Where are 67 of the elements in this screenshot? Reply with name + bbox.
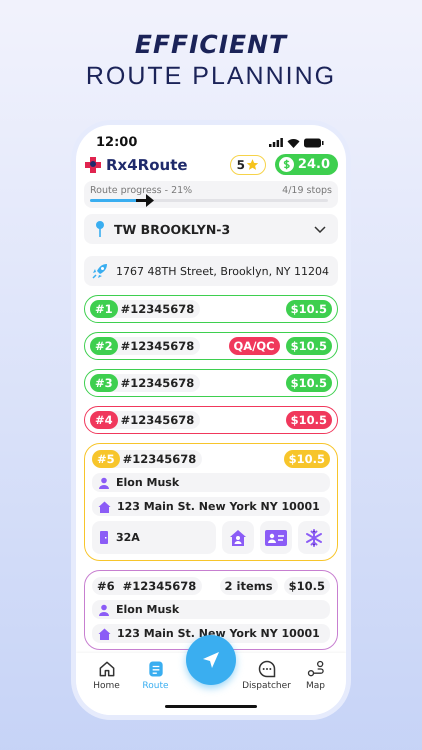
star-icon bbox=[246, 158, 259, 171]
door-icon bbox=[100, 531, 108, 544]
dollar-icon bbox=[278, 157, 294, 172]
delivery-home-button[interactable] bbox=[222, 521, 254, 554]
stop-number-badge: #2 bbox=[90, 337, 118, 355]
subheadline: ROUTE PLANNING bbox=[86, 61, 336, 92]
wifi-icon bbox=[287, 138, 300, 148]
price-badge: $10.5 bbox=[286, 374, 332, 392]
pin-icon bbox=[96, 221, 104, 237]
stops-count: 4/19 stops bbox=[282, 185, 332, 196]
chevron-down-icon bbox=[314, 226, 326, 232]
apartment-number: 32A bbox=[116, 531, 140, 544]
stop-number-badge: #5 bbox=[92, 450, 120, 468]
logo-icon bbox=[84, 156, 102, 174]
customer-name: Elon Musk bbox=[116, 476, 180, 489]
price-badge: $10.5 bbox=[284, 577, 330, 595]
rocket-icon bbox=[92, 263, 108, 279]
stop-number-badge: #4 bbox=[90, 411, 118, 429]
price-badge: $10.5 bbox=[284, 450, 330, 468]
items-count: 2 items bbox=[220, 577, 278, 595]
id-card-button[interactable] bbox=[260, 521, 292, 554]
home-icon bbox=[96, 659, 116, 679]
arrow-icon bbox=[136, 194, 154, 207]
snowflake-icon bbox=[305, 528, 323, 546]
rating-value: 5 bbox=[236, 158, 245, 172]
stop-number: #6 bbox=[96, 578, 116, 595]
house-icon bbox=[98, 628, 111, 640]
stop-card[interactable]: #4 #12345678 $10.5 bbox=[84, 406, 338, 434]
nav-tab[interactable]: Home bbox=[82, 659, 131, 691]
person-icon bbox=[98, 476, 110, 488]
cold-chain-button[interactable] bbox=[298, 521, 330, 554]
order-number: #12345678 bbox=[120, 302, 196, 316]
headline: EFFICIENT bbox=[134, 30, 288, 60]
battery-icon bbox=[304, 138, 324, 148]
stop-card[interactable]: #1 #12345678 $10.5 bbox=[84, 295, 338, 323]
price-badge: $10.5 bbox=[286, 411, 332, 429]
balance-value: 24.0 bbox=[298, 157, 330, 172]
order-number: #12345678 bbox=[122, 452, 198, 466]
stop-card[interactable]: #3 #12345678 $10.5 bbox=[84, 369, 338, 397]
stop-card[interactable]: #2 #12345678 QA/QC $10.5 bbox=[84, 332, 338, 360]
route-dropdown[interactable]: TW BROOKLYN-3 bbox=[84, 214, 338, 244]
price-badge: $10.5 bbox=[286, 337, 332, 355]
app-logo: Rx4Route bbox=[106, 156, 189, 174]
id-card-icon bbox=[265, 530, 287, 546]
map-icon bbox=[306, 659, 326, 679]
nav-tab[interactable]: Dispatcher bbox=[242, 659, 291, 691]
customer-name: Elon Musk bbox=[116, 603, 180, 616]
order-number: #12345678 bbox=[120, 376, 196, 390]
customer-address: 123 Main St. New York NY 10001 bbox=[117, 500, 320, 513]
chat-icon bbox=[256, 659, 276, 679]
progress-label: Route progress - 21% bbox=[90, 185, 192, 196]
qa-tag: QA/QC bbox=[228, 337, 280, 355]
stop-card[interactable]: #5 #12345678 $10.5 Elon Musk 123 Main St. New York NY 10001 32A bbox=[84, 443, 338, 561]
start-address: 1767 48TH Street, Brooklyn, NY 11204 bbox=[116, 264, 330, 278]
price-badge: $10.5 bbox=[286, 300, 332, 318]
house-person-icon bbox=[229, 528, 247, 546]
person-icon bbox=[98, 604, 110, 616]
nav-tab[interactable]: Map bbox=[291, 659, 340, 691]
order-number: #12345678 bbox=[120, 413, 196, 427]
signal-icon bbox=[269, 138, 283, 147]
navigation-arrow-icon bbox=[202, 651, 220, 669]
stop-number-badge: #3 bbox=[90, 374, 118, 392]
stop-number-badge: #1 bbox=[90, 300, 118, 318]
order-number: #12345678 bbox=[122, 579, 198, 593]
order-number: #12345678 bbox=[120, 339, 196, 353]
status-time: 12:00 bbox=[96, 135, 138, 150]
house-icon bbox=[98, 500, 111, 512]
